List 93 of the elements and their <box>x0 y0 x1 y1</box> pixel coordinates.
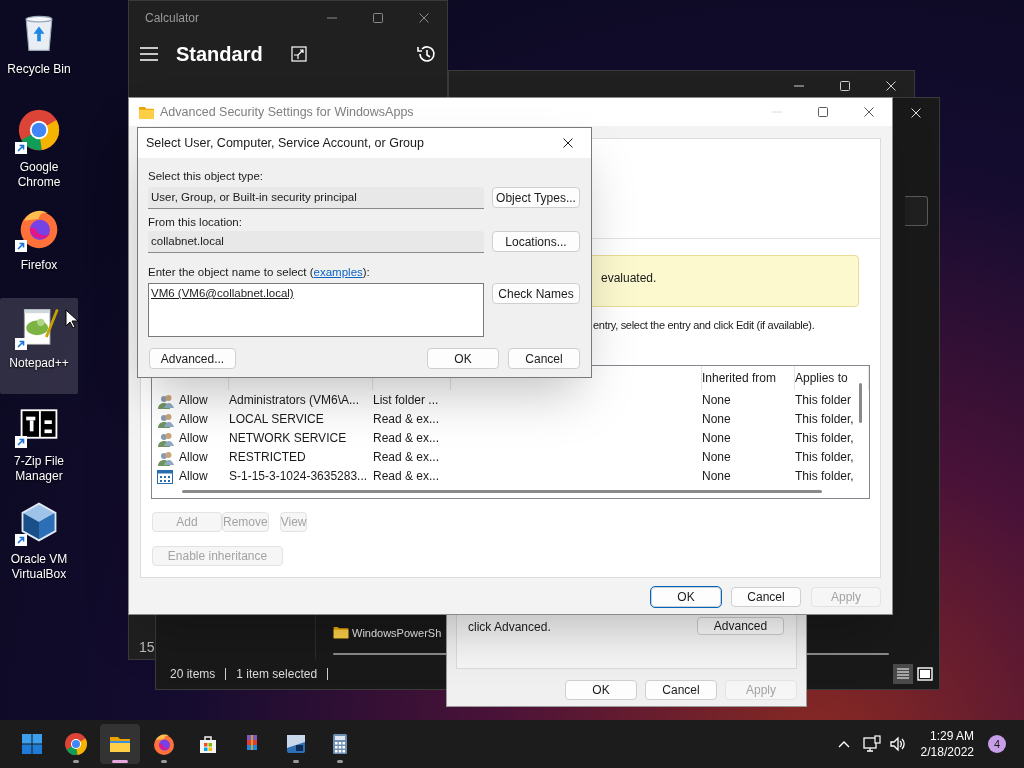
table-cell-text: List folder ... <box>373 392 440 409</box>
status-text: 1 item selected <box>236 666 318 683</box>
history-icon[interactable] <box>416 44 436 64</box>
cursor-icon <box>65 309 78 329</box>
mode-title: Standard <box>176 42 263 67</box>
table-cell-text: Allow <box>179 468 209 485</box>
input-field[interactable]: collabnet.local <box>148 231 484 253</box>
table-cell-text: NETWORK SERVICE <box>229 430 348 447</box>
table-cell-text: Read & ex... <box>373 449 441 466</box>
desktop-icon-label: 7-Zip File Manager <box>13 454 65 484</box>
dialog-button[interactable]: Check Names <box>492 283 580 304</box>
desktop-icon-label: Notepad++ <box>8 356 70 371</box>
firefox-icon <box>152 732 176 756</box>
desktop-icon[interactable]: Recycle Bin <box>0 4 78 100</box>
table-cell-text: RESTRICTED <box>229 449 307 466</box>
tiles-view-icon[interactable] <box>915 664 935 684</box>
close-icon[interactable] <box>563 138 573 148</box>
table-cell-text: Allow <box>179 392 209 409</box>
desktop-icon[interactable]: 7-Zip File Manager <box>0 396 78 492</box>
table-cell-text: Allow <box>179 430 209 447</box>
field-label: Select this object type: <box>148 169 265 183</box>
table-cell-text: This folder, <box>795 449 855 466</box>
table-cell-text: Allow <box>179 411 209 428</box>
close-icon[interactable] <box>864 107 874 117</box>
status-text: 20 items <box>170 666 216 683</box>
dialog-button[interactable]: Cancel <box>508 348 580 369</box>
scrollbar-thumb[interactable] <box>182 490 822 493</box>
desktop-icon[interactable]: Firefox <box>0 200 78 296</box>
desktop-icon-label: Google Chrome <box>16 160 62 190</box>
table-cell-text: None <box>702 449 732 466</box>
taskbar-button[interactable] <box>100 724 140 764</box>
table-cell-text: This folder, <box>795 468 855 485</box>
table-cell-text: Read & ex... <box>373 411 441 428</box>
folder-icon <box>333 625 349 641</box>
table-cell-text: None <box>702 468 732 485</box>
table-cell-text: Read & ex... <box>373 468 441 485</box>
examples-link[interactable]: examples <box>313 266 363 278</box>
dialog-button[interactable]: Advanced... <box>149 348 236 369</box>
table-cell-text: LOCAL SERVICE <box>229 411 325 428</box>
search-field[interactable] <box>905 196 928 226</box>
maximize-icon[interactable] <box>373 13 383 23</box>
clock[interactable]: 1:29 AM 2/18/2022 <box>920 728 974 760</box>
dialog-button[interactable]: OK <box>651 587 721 607</box>
desktop-icon-label: Oracle VM VirtualBox <box>9 552 69 582</box>
advanced-button[interactable]: Advanced <box>697 617 784 635</box>
file-name[interactable]: WindowsPowerSh <box>352 624 442 642</box>
dialog-button[interactable]: OK <box>427 348 499 369</box>
table-cell-text: S-1-15-3-1024-3635283... <box>229 468 369 485</box>
windows-start-icon <box>20 732 44 756</box>
maximize-icon[interactable] <box>818 107 828 117</box>
desktop-icon[interactable]: Google Chrome <box>0 102 78 198</box>
table-cell-text: Allow <box>179 449 209 466</box>
desktop-icon-label: Firefox <box>19 258 59 273</box>
info-text: click Advanced. <box>468 619 551 636</box>
table-cell-text: This folder <box>795 392 853 409</box>
chrome-icon <box>64 732 88 756</box>
table-cell-text: Administrators (VM6\A... <box>229 392 361 409</box>
menu-icon[interactable] <box>140 47 158 61</box>
input-field[interactable]: VM6 (VM6@collabnet.local) <box>148 283 484 337</box>
table-cell-text: None <box>702 411 732 428</box>
field-label: From this location: <box>148 215 243 229</box>
scrollbar-thumb[interactable] <box>859 383 862 423</box>
desktop-icon[interactable]: Notepad++ <box>0 298 78 394</box>
network-icon[interactable] <box>862 735 881 753</box>
window-title: Calculator <box>145 10 200 27</box>
notice-text: evaluated. <box>601 271 657 285</box>
dialog-title: Select User, Computer, Service Account, or Group <box>146 134 424 152</box>
window-title: Advanced Security Settings for WindowsApps <box>160 103 414 121</box>
folder-icon <box>139 105 154 119</box>
calculator-text: 15 <box>139 638 155 657</box>
table-cell-text: This folder, <box>795 430 855 447</box>
table-cell-text: Read & ex... <box>373 430 441 447</box>
dialog-button[interactable]: OK <box>565 680 637 700</box>
table-cell-text: None <box>702 430 732 447</box>
app-grid-icon <box>156 467 174 486</box>
dialog-button[interactable]: Object Types... <box>492 187 580 208</box>
dialog-button[interactable]: Cancel <box>731 587 801 607</box>
column-header[interactable]: Inherited from <box>702 366 795 390</box>
table-cell-text: None <box>702 392 732 409</box>
keep-on-top-icon[interactable] <box>290 46 307 62</box>
desktop-icon[interactable]: Oracle VM VirtualBox <box>0 494 78 590</box>
volume-icon[interactable] <box>888 735 907 753</box>
details-view-icon[interactable] <box>893 664 913 684</box>
table-cell-text: This folder, <box>795 411 855 428</box>
field-label: Enter the object name to select (examples): <box>148 265 371 279</box>
instruction-text: entry, select the entry and click Edit (if available). <box>592 318 816 332</box>
desktop-icon-label: Recycle Bin <box>6 62 72 77</box>
notification-badge[interactable]: 4 <box>988 735 1006 753</box>
app-tile-icon <box>284 732 308 756</box>
chrome-icon <box>17 108 61 152</box>
input-field[interactable]: User, Group, or Built-in security principal <box>148 187 484 209</box>
dialog-button[interactable]: Cancel <box>645 680 717 700</box>
dialog-button[interactable]: Locations... <box>492 231 580 252</box>
